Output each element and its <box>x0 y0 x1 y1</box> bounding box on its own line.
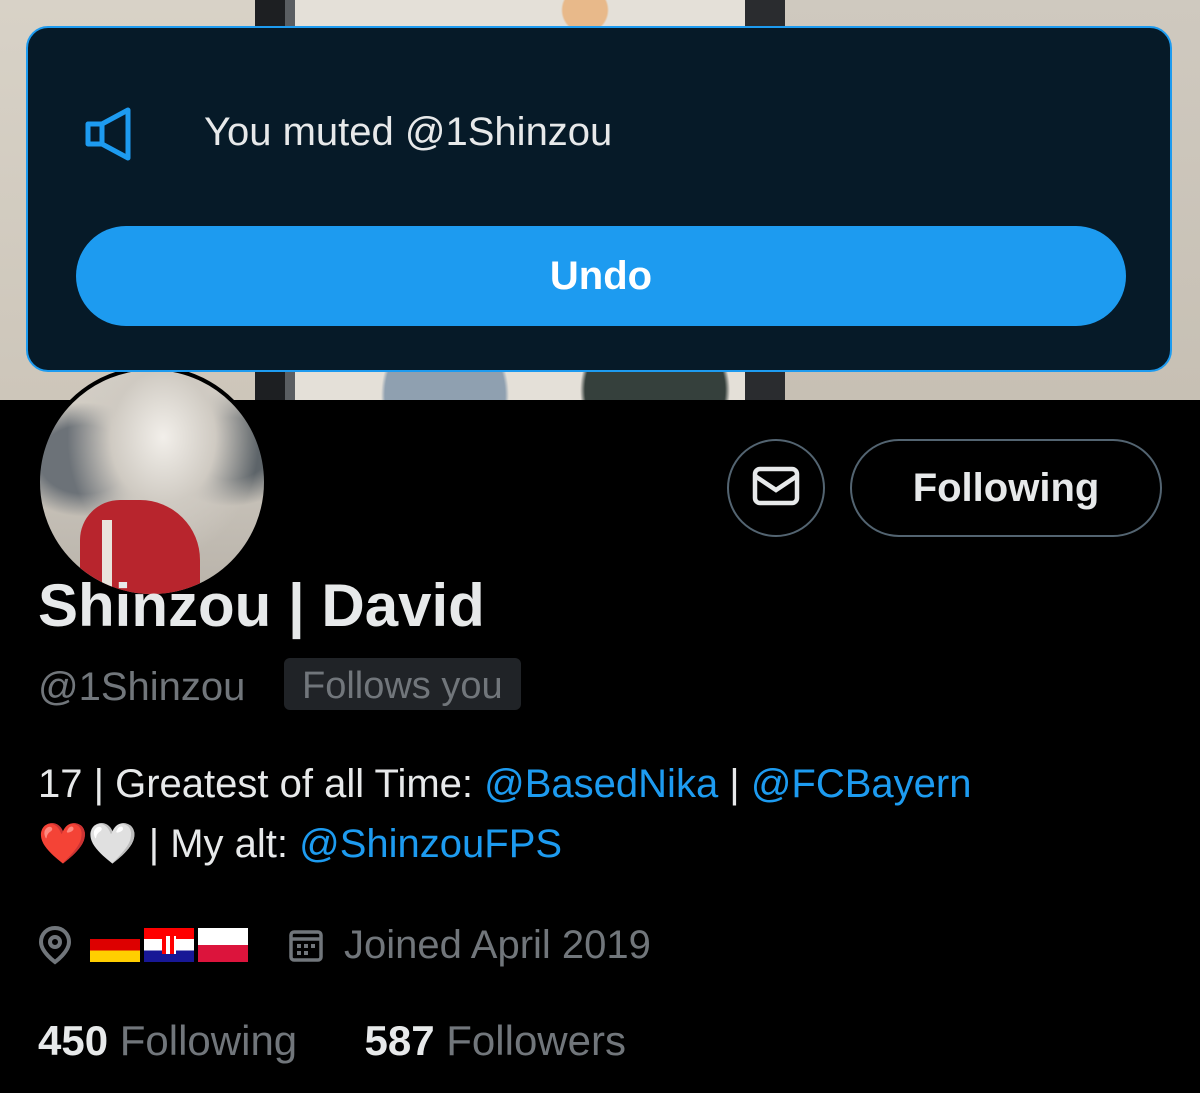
profile-bio: 17 | Greatest of all Time: @BasedNika | … <box>38 754 1158 874</box>
mute-toast: You muted @1Shinzou Undo <box>26 26 1172 372</box>
following-button[interactable]: Following <box>850 439 1162 537</box>
speaker-muted-icon <box>84 106 136 162</box>
message-button[interactable] <box>727 439 825 537</box>
croatia-flag-icon <box>144 928 194 962</box>
bio-alt-text: | My alt: <box>137 822 300 866</box>
calendar-icon <box>288 927 324 963</box>
profile-meta: Joined April 2019 <box>38 918 651 972</box>
undo-button[interactable]: Undo <box>76 226 1126 326</box>
profile-handle: @1Shinzou <box>38 665 246 709</box>
mention-link[interactable]: @ShinzouFPS <box>299 822 562 866</box>
follows-you-badge: Follows you <box>284 658 521 710</box>
bio-separator: | <box>718 762 751 806</box>
followers-label: Followers <box>446 1017 626 1064</box>
envelope-icon <box>752 466 800 511</box>
followers-stat[interactable]: 587 Followers <box>365 1017 626 1064</box>
poland-flag-icon <box>198 928 248 962</box>
display-name: Shinzou | David <box>38 572 485 639</box>
hearts-emoji: ❤️🤍 <box>38 822 138 866</box>
toast-message: You muted @1Shinzou <box>204 110 613 154</box>
followers-count: 587 <box>364 1017 435 1064</box>
mention-link[interactable]: @BasedNika <box>484 762 718 806</box>
following-label: Following <box>119 1017 298 1064</box>
location-pin-icon <box>38 925 72 965</box>
following-count: 450 <box>38 1017 109 1064</box>
following-stat[interactable]: 450 Following <box>38 1017 297 1064</box>
follow-stats: 450 Following 587 Followers <box>38 1014 626 1068</box>
avatar[interactable] <box>36 366 268 598</box>
germany-flag-icon <box>90 928 140 962</box>
joined-date: Joined April 2019 <box>344 922 651 967</box>
bio-text: 17 | Greatest of all Time: <box>38 762 485 806</box>
mention-link[interactable]: @FCBayern <box>751 762 972 806</box>
